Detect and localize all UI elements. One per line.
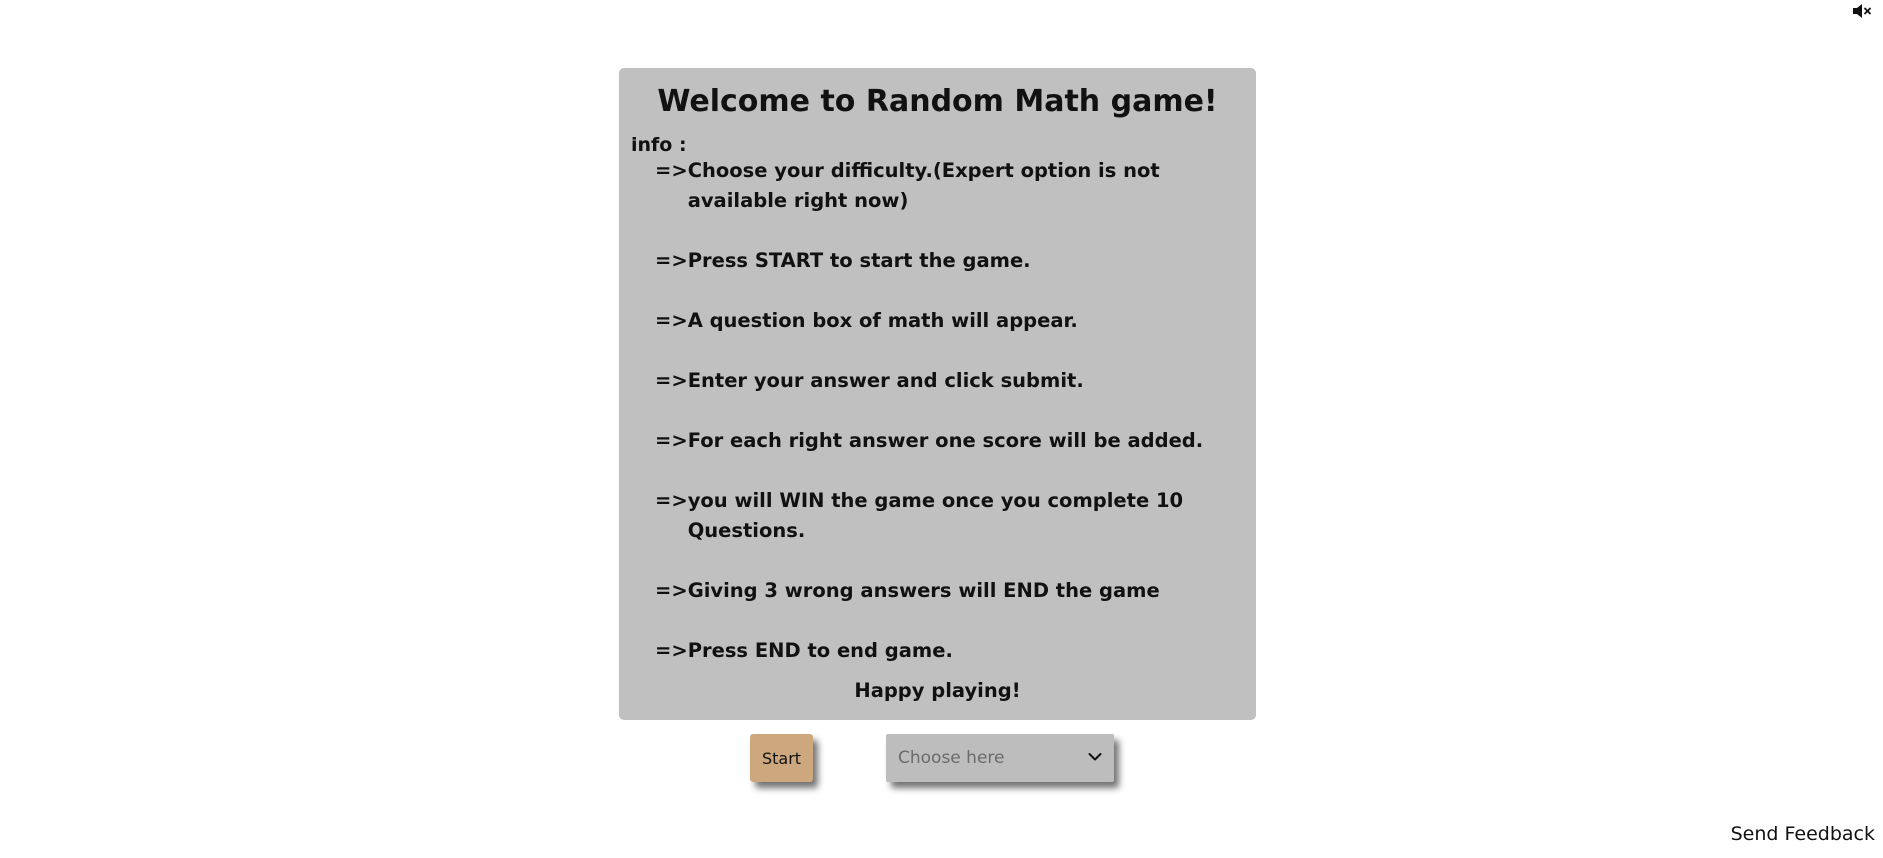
info-panel: Welcome to Random Math game! info : => C…: [619, 68, 1256, 720]
rule-arrow: =>: [655, 369, 688, 392]
rule-item: => Enter your answer and click submit.: [655, 366, 1215, 396]
rule-arrow: =>: [655, 309, 688, 332]
rules-list: => Choose your difficulty.(Expert option…: [655, 156, 1215, 696]
speaker-muted-icon: [1853, 4, 1871, 18]
mute-button[interactable]: [1851, 2, 1873, 20]
start-button[interactable]: Start: [750, 734, 813, 782]
rule-text: Enter your answer and click submit.: [687, 369, 1084, 392]
rule-item: => A question box of math will appear.: [655, 306, 1215, 336]
rule-text: Press END to end game.: [687, 639, 953, 662]
rule-arrow: =>: [655, 489, 688, 512]
closing-message: Happy playing!: [854, 679, 1021, 702]
difficulty-select[interactable]: Choose here: [886, 734, 1114, 782]
rule-arrow: =>: [655, 579, 688, 602]
chevron-down-icon: [1088, 753, 1102, 761]
rule-text: For each right answer one score will be …: [687, 429, 1204, 452]
rule-item: => For each right answer one score will …: [655, 426, 1215, 456]
rule-text: you will WIN the game once you complete …: [687, 489, 1184, 542]
rule-item: => Giving 3 wrong answers will END the g…: [655, 576, 1215, 606]
rule-arrow: =>: [655, 249, 688, 272]
page-title: Welcome to Random Math game!: [657, 84, 1218, 119]
rule-text: A question box of math will appear.: [687, 309, 1078, 332]
rule-arrow: =>: [655, 159, 688, 182]
rule-arrow: =>: [655, 639, 688, 662]
difficulty-placeholder: Choose here: [898, 748, 1005, 768]
rule-text: Press START to start the game.: [687, 249, 1031, 272]
rule-item: => Choose your difficulty.(Expert option…: [655, 156, 1215, 216]
rule-item: => you will WIN the game once you comple…: [655, 486, 1215, 546]
rule-text: Giving 3 wrong answers will END the game: [687, 579, 1160, 602]
send-feedback-link[interactable]: Send Feedback: [1731, 820, 1875, 848]
rule-item: => Press START to start the game.: [655, 246, 1215, 276]
rule-text: Choose your difficulty.(Expert option is…: [687, 159, 1160, 212]
rule-arrow: =>: [655, 429, 688, 452]
rule-item: => Press END to end game.: [655, 636, 1215, 666]
